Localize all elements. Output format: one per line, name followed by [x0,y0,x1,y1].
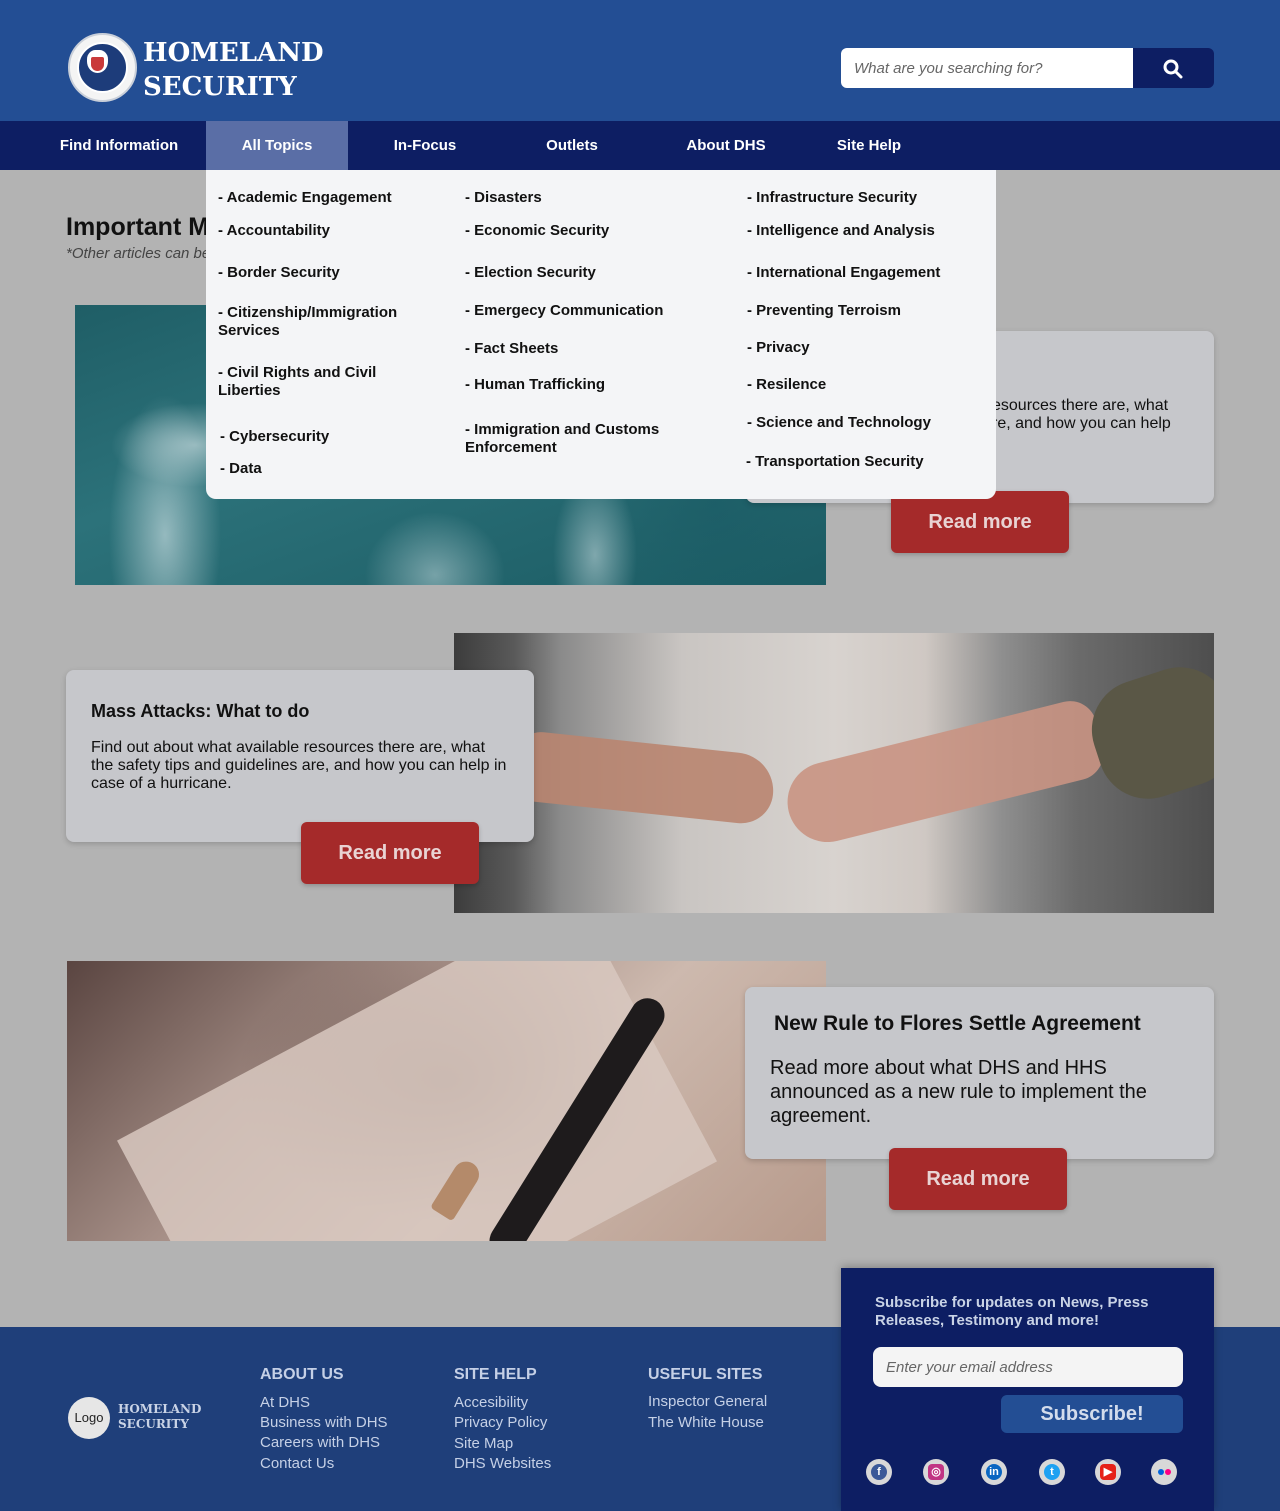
article-1-read-more-button[interactable]: Read more [891,491,1069,553]
dropdown-item[interactable]: - Human Trafficking [465,376,605,394]
footer-heading-site-help: SITE HELP [454,1366,537,1383]
subscribe-panel: Subscribe for updates on News, Press Rel… [841,1268,1214,1511]
nav-about-dhs[interactable]: About DHS [670,121,782,170]
site-header: HOMELAND SECURITY [0,0,1280,121]
article-1-body: esources there are, what re, and how you… [992,397,1171,432]
article-2-body: Find out about what available resources … [91,739,507,792]
dropdown-item[interactable]: - Border Security [218,264,340,282]
article-3-body: Read more about what DHS and HHS announc… [770,1057,1147,1127]
footer-brand-line-1: HOMELAND [118,1402,202,1416]
footer-logo[interactable]: Logo [68,1397,110,1439]
search-bar [841,48,1214,88]
dropdown-item[interactable]: - Disasters [465,189,542,207]
footer-link[interactable]: At DHS [260,1394,310,1412]
dropdown-item[interactable]: - Preventing Terroism [747,302,901,320]
dropdown-item[interactable]: - Fact Sheets [465,340,558,358]
dropdown-item[interactable]: - Emergecy Communication [465,302,663,320]
article-2-read-more-button[interactable]: Read more [301,822,479,884]
nav-in-focus[interactable]: In-Focus [370,121,480,170]
nav-find-information[interactable]: Find Information [43,121,195,170]
dropdown-item[interactable]: - Science and Technology [747,414,931,432]
footer-brand-line-2: SECURITY [118,1417,189,1431]
facebook-icon[interactable]: f [866,1459,892,1485]
youtube-icon[interactable]: ▶ [1095,1459,1121,1485]
dropdown-item[interactable]: - Citizenship/Immigration Services [218,304,418,340]
twitter-icon[interactable]: t [1039,1459,1065,1485]
linkedin-icon[interactable]: in [981,1459,1007,1485]
footer-brand[interactable]: HOMELAND SECURITY [118,1402,201,1432]
brand-line-1: HOMELAND [143,38,324,68]
dropdown-item[interactable]: - Cybersecurity [220,428,329,446]
all-topics-dropdown: - Academic Engagement - Accountability -… [206,170,996,499]
footer-heading-about-us: ABOUT US [260,1366,344,1383]
dropdown-item[interactable]: - Resilence [747,376,826,394]
dropdown-item[interactable]: - Intelligence and Analysis [747,222,935,240]
brand-line-2: SECURITY [143,72,297,102]
article-3-read-more-button[interactable]: Read more [889,1148,1067,1210]
footer-link[interactable]: Site Map [454,1435,513,1453]
dropdown-item[interactable]: - Economic Security [465,222,609,240]
flickr-icon[interactable] [1151,1459,1177,1485]
dropdown-item[interactable]: - Privacy [747,339,810,357]
section-title: Important M [66,213,210,241]
footer-link[interactable]: DHS Websites [454,1455,551,1473]
search-input[interactable] [841,48,1133,88]
dhs-seal-logo[interactable] [68,33,137,102]
search-button[interactable] [1133,48,1214,88]
dropdown-item[interactable]: - Infrastructure Security [747,189,917,207]
nav-site-help[interactable]: Site Help [822,121,916,170]
nav-all-topics[interactable]: All Topics [206,121,348,170]
footer-link[interactable]: The White House [648,1414,764,1432]
dropdown-item[interactable]: - Transportation Security [746,453,924,471]
fountain-pen-photo [67,961,826,1241]
article-2-title: Mass Attacks: What to do [91,701,310,721]
reaching-hands-photo [454,633,1214,913]
footer-link[interactable]: Business with DHS [260,1414,388,1432]
footer-link[interactable]: Careers with DHS [260,1434,380,1452]
nav-outlets[interactable]: Outlets [520,121,624,170]
subscribe-button[interactable]: Subscribe! [1001,1395,1183,1433]
section-subtitle: *Other articles can be [66,245,211,262]
instagram-icon[interactable]: ◎ [923,1459,949,1485]
site-brand[interactable]: HOMELAND SECURITY [143,36,324,104]
dropdown-item[interactable]: - Academic Engagement [218,189,392,207]
footer-link[interactable]: Contact Us [260,1455,334,1473]
search-icon [1163,59,1183,79]
article-3-title: New Rule to Flores Settle Agreement [774,1012,1141,1035]
dropdown-item[interactable]: - Data [220,460,262,478]
dropdown-item[interactable]: - Civil Rights and Civil Liberties [218,364,408,400]
subscribe-text: Subscribe for updates on News, Press Rel… [875,1294,1149,1329]
dropdown-item[interactable]: - International Engagement [747,264,940,282]
footer-link[interactable]: Accesibility [454,1394,528,1412]
dropdown-item[interactable]: - Immigration and Customs Enforcement [465,421,680,457]
article-card-3: New Rule to Flores Settle Agreement Read… [745,987,1214,1159]
dropdown-item[interactable]: - Election Security [465,264,596,282]
main-nav: Find Information All Topics In-Focus Out… [0,121,1280,170]
footer-link[interactable]: Inspector General [648,1393,767,1411]
dropdown-item[interactable]: - Accountability [218,222,330,240]
article-card-2: Mass Attacks: What to do Find out about … [66,670,534,842]
footer-heading-useful-sites: USEFUL SITES [648,1366,763,1383]
footer-link[interactable]: Privacy Policy [454,1414,547,1432]
subscribe-email-input[interactable] [873,1347,1183,1387]
